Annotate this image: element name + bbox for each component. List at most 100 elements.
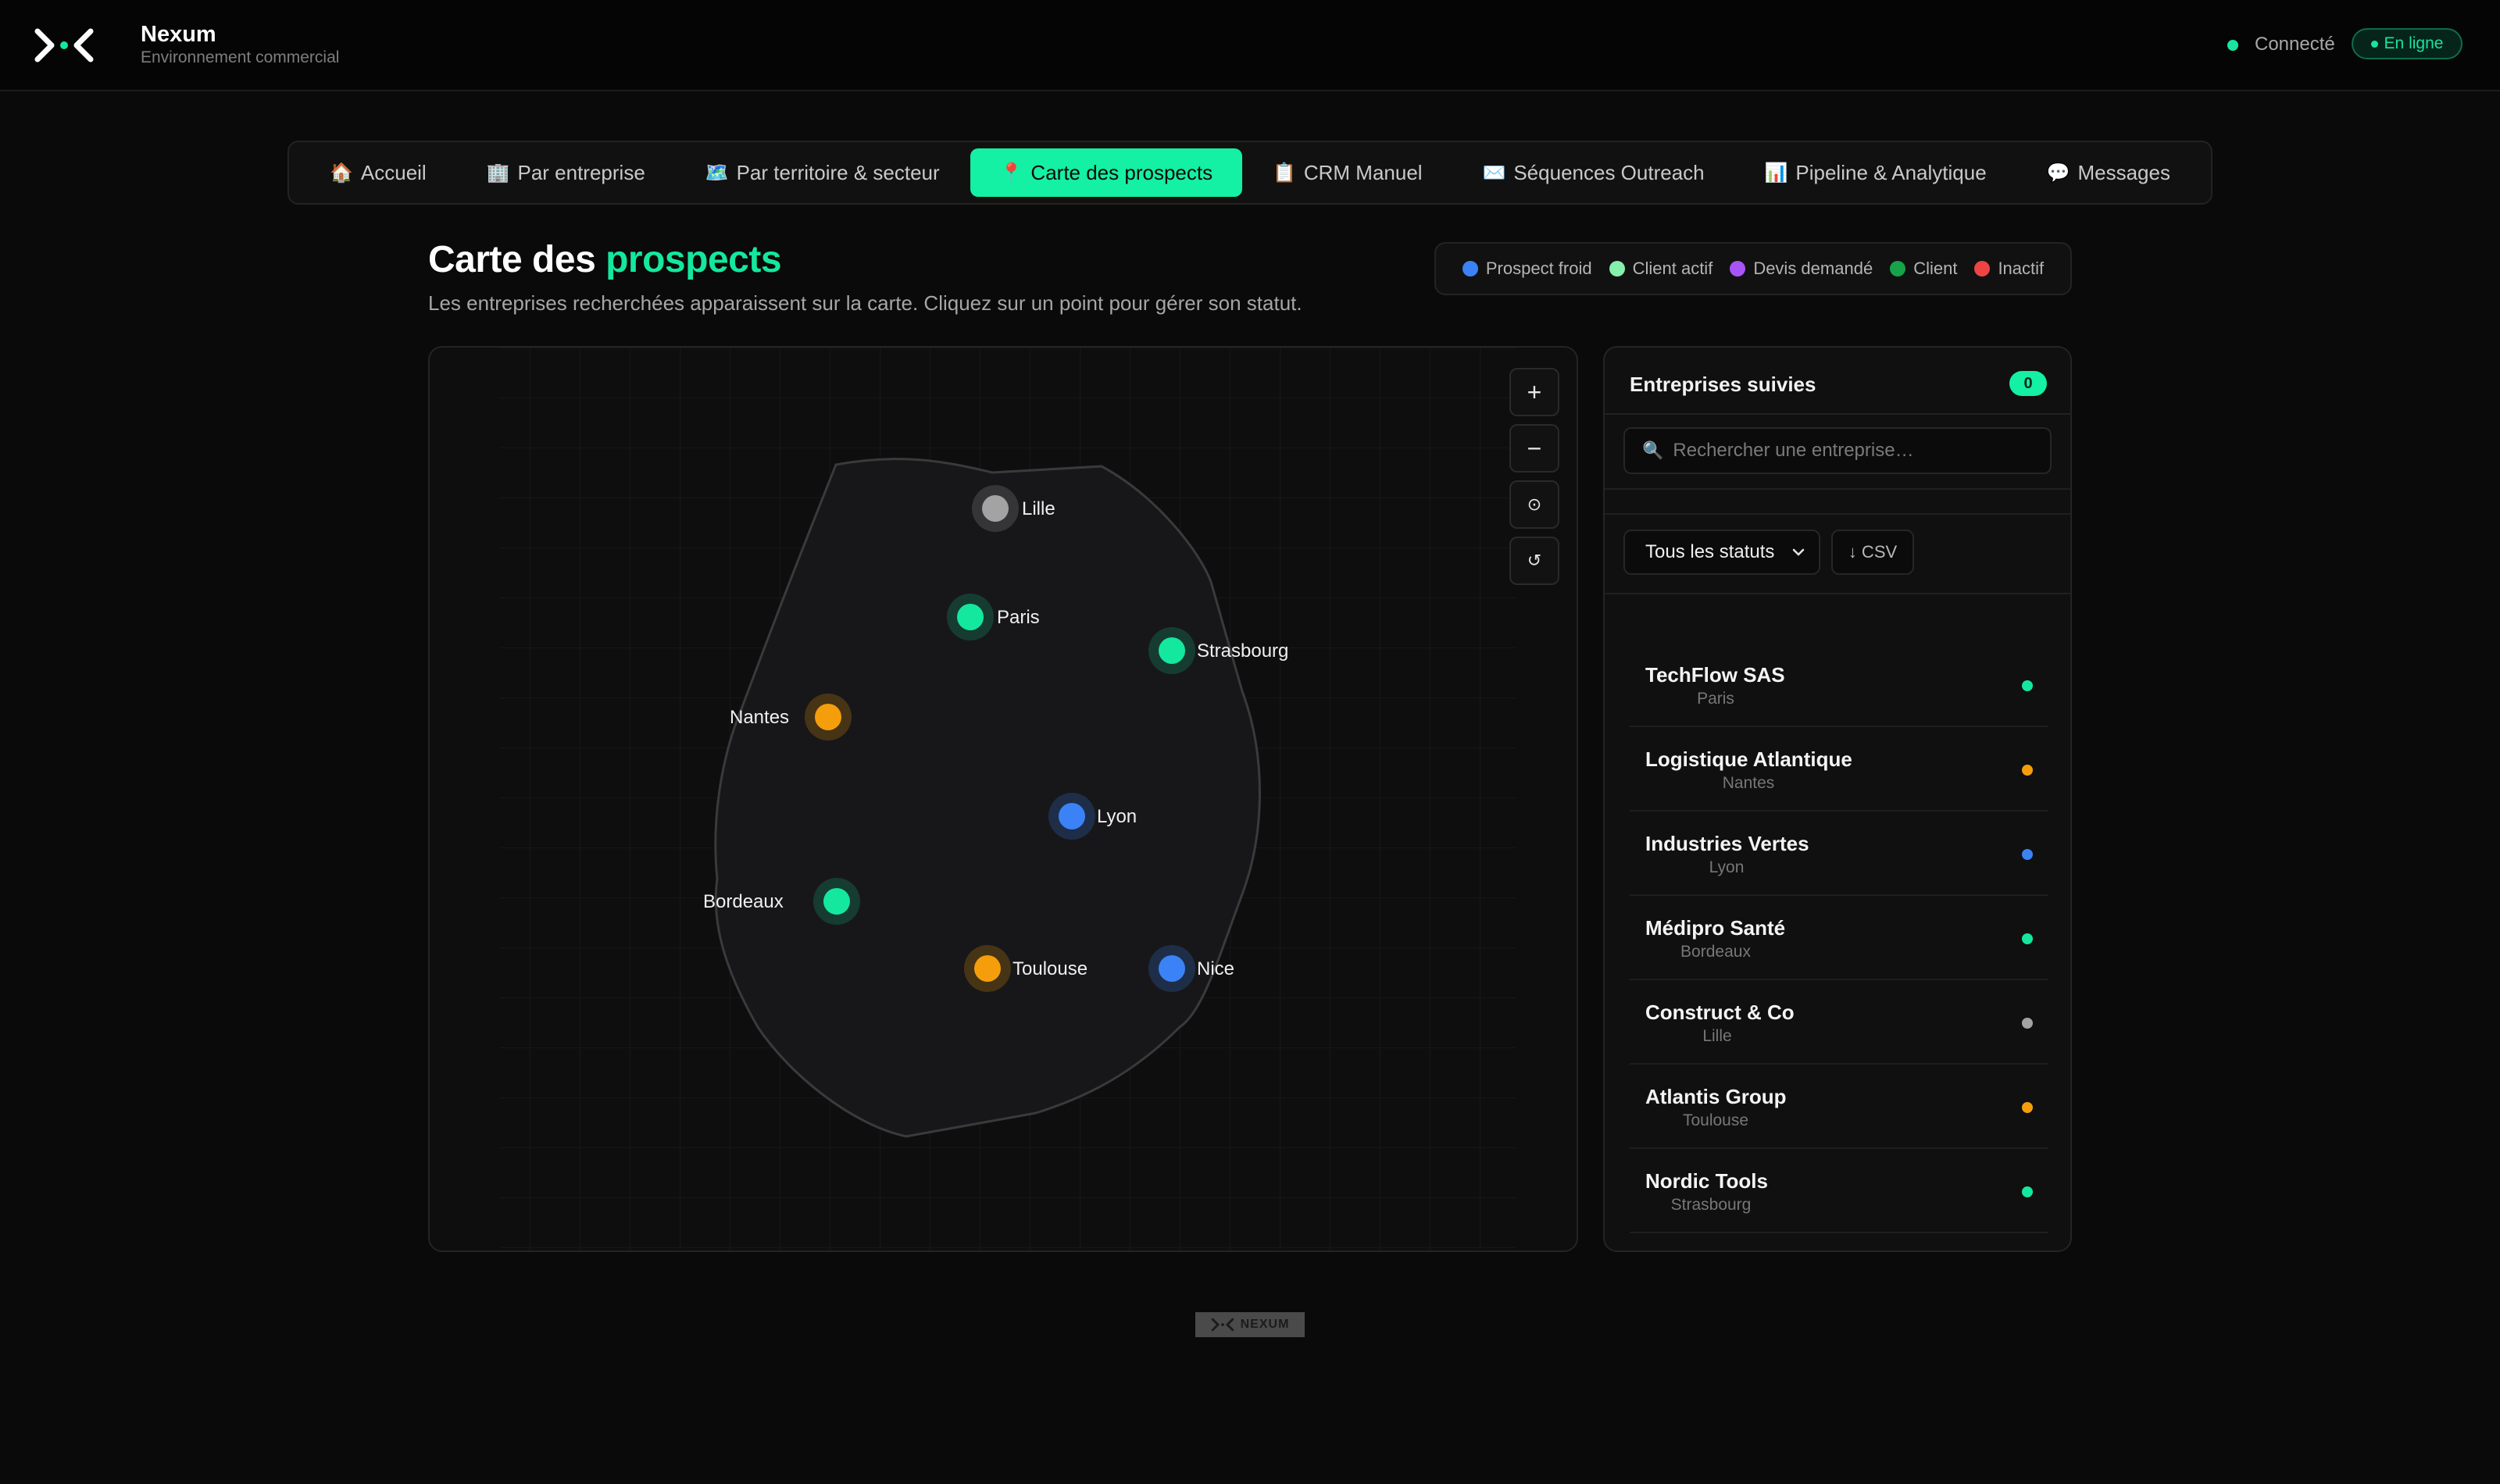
company-row-industries-vertes[interactable]: Industries Vertes Lyon	[1630, 812, 2048, 896]
marker-dot[interactable]	[957, 604, 984, 630]
legend-label: Prospect froid	[1485, 259, 1592, 278]
refresh-icon: ↺	[1527, 551, 1542, 570]
legend-label: Inactif	[1998, 259, 2045, 278]
target-icon: ⊙	[1527, 494, 1542, 514]
company-row-logistique-atlantique[interactable]: Logistique Atlantique Nantes	[1630, 727, 2048, 812]
legend-dot-icon	[1974, 261, 1991, 276]
marker-dot[interactable]	[1059, 803, 1085, 829]
company-city: Bordeaux	[1680, 943, 1751, 961]
divider	[1605, 488, 2070, 490]
status-filter-value: Tous les statuts	[1645, 541, 1775, 562]
legend-dot-icon	[1609, 261, 1625, 276]
connection-status-label: Connecté	[2255, 34, 2335, 55]
online-status-badge: En ligne	[2352, 28, 2462, 59]
tab-label: Messages	[2077, 160, 2170, 184]
envelope-icon: ✉️	[1482, 162, 1506, 184]
tab-accueil[interactable]: 🏠 Accueil	[300, 148, 456, 197]
city-label: Nantes	[730, 707, 789, 728]
nexum-logo-icon	[1211, 1318, 1234, 1332]
tab-pipeline-analytique[interactable]: 📊 Pipeline & Analytique	[1735, 148, 2016, 197]
prospect-map[interactable]: Lille Paris Strasbourg Nantes Lyon Borde…	[428, 346, 1578, 1252]
marker-dot[interactable]	[1159, 955, 1185, 982]
tab-label: CRM Manuel	[1303, 160, 1423, 184]
panel-header: Entreprises suivies 0	[1605, 348, 2070, 415]
legend-label: Client	[1913, 259, 1958, 278]
marker-dot[interactable]	[823, 888, 850, 915]
tab-label: Par territoire & secteur	[736, 160, 940, 184]
legend-dot-icon	[1730, 261, 1746, 276]
tracked-companies-panel: Entreprises suivies 0 🔍 Tous les statuts…	[1603, 346, 2072, 1252]
company-row-nordic-tools[interactable]: Nordic Tools Strasbourg	[1630, 1149, 2048, 1233]
zoom-in-button[interactable]: +	[1509, 368, 1559, 416]
search-icon: 🔍	[1642, 441, 1664, 460]
company-city: Lille	[1702, 1027, 1732, 1045]
status-legend: Prospect froid Client actif Devis demand…	[1434, 242, 2072, 295]
divider	[1605, 513, 2070, 515]
legend-label: Client actif	[1632, 259, 1713, 278]
status-dot-icon	[2022, 765, 2033, 776]
city-label: Strasbourg	[1197, 640, 1288, 662]
company-name: Logistique Atlantique	[1645, 747, 1852, 771]
legend-item-client-actif: Client actif	[1609, 259, 1713, 279]
tab-messages[interactable]: 💬 Messages	[2017, 148, 2200, 197]
status-dot-icon	[2022, 1186, 2033, 1197]
tab-par-entreprise[interactable]: 🏢 Par entreprise	[457, 148, 675, 197]
company-row-construct-co[interactable]: Construct & Co Lille	[1630, 980, 2048, 1065]
connection-status-dot	[2227, 40, 2238, 51]
company-name: Atlantis Group	[1645, 1085, 1787, 1108]
app-header: Nexum Environnement commercial Connecté …	[0, 0, 2500, 91]
city-label: Bordeaux	[703, 891, 784, 912]
city-label: Paris	[997, 607, 1040, 628]
minus-icon: −	[1527, 433, 1542, 462]
page-title-accent: prospects	[605, 239, 782, 280]
city-label: Lille	[1022, 498, 1055, 519]
company-name: Médipro Santé	[1645, 916, 1786, 940]
company-search-input[interactable]	[1673, 440, 2050, 462]
reset-view-button[interactable]: ↺	[1509, 537, 1559, 585]
company-name: TechFlow SAS	[1645, 663, 1785, 687]
status-dot-icon	[2022, 1102, 2033, 1113]
legend-item-devis-demande: Devis demandé	[1730, 259, 1873, 279]
page-title: Carte des prospects	[428, 238, 782, 281]
company-row-atlantis-group[interactable]: Atlantis Group Toulouse	[1630, 1065, 2048, 1149]
tab-par-territoire-secteur[interactable]: 🗺️ Par territoire & secteur	[676, 148, 970, 197]
legend-dot-icon	[1890, 261, 1906, 276]
zoom-out-button[interactable]: −	[1509, 424, 1559, 473]
clipboard-icon: 📋	[1272, 162, 1296, 184]
company-row-techflow-sas[interactable]: TechFlow SAS Paris	[1630, 643, 2048, 727]
bar-chart-icon: 📊	[1764, 162, 1788, 184]
plus-icon: +	[1527, 377, 1542, 406]
legend-item-prospect-froid: Prospect froid	[1462, 259, 1592, 279]
marker-dot[interactable]	[815, 704, 841, 730]
app-subtitle: Environnement commercial	[141, 48, 340, 66]
tab-label: Par entreprise	[517, 160, 645, 184]
status-dot-icon	[2022, 933, 2033, 944]
speech-bubble-icon: 💬	[2046, 162, 2070, 184]
company-row-medipro-sante[interactable]: Médipro Santé Bordeaux	[1630, 896, 2048, 980]
company-count-badge: 0	[2009, 371, 2047, 396]
marker-dot[interactable]	[982, 495, 1009, 522]
office-building-icon: 🏢	[486, 162, 510, 184]
tab-sequences-outreach[interactable]: ✉️ Séquences Outreach	[1452, 148, 1734, 197]
company-search[interactable]: 🔍	[1623, 427, 2052, 474]
tab-carte-des-prospects[interactable]: 📍 Carte des prospects	[970, 148, 1243, 197]
map-pin-icon: 📍	[999, 162, 1023, 184]
tab-label: Pipeline & Analytique	[1795, 160, 1987, 184]
locate-button[interactable]: ⊙	[1509, 480, 1559, 529]
world-map-icon: 🗺️	[705, 162, 729, 184]
export-csv-button[interactable]: ↓ CSV	[1831, 530, 1914, 575]
marker-dot[interactable]	[1159, 637, 1185, 664]
divider	[1605, 593, 2070, 594]
marker-dot[interactable]	[974, 955, 1001, 982]
tab-crm-manuel[interactable]: 📋 CRM Manuel	[1243, 148, 1452, 197]
nexum-logo-icon[interactable]	[34, 27, 94, 64]
company-name: Construct & Co	[1645, 1001, 1795, 1024]
status-filter-select[interactable]: Tous les statuts	[1623, 530, 1820, 575]
online-status-label: En ligne	[2384, 34, 2444, 52]
map-canvas[interactable]: Lille Paris Strasbourg Nantes Lyon Borde…	[430, 348, 1578, 1252]
legend-item-inactif: Inactif	[1974, 259, 2044, 279]
online-dot-icon	[2370, 40, 2378, 48]
company-city: Nantes	[1722, 774, 1775, 792]
legend-label: Devis demandé	[1753, 259, 1873, 278]
page-title-prefix: Carte des	[428, 239, 606, 280]
